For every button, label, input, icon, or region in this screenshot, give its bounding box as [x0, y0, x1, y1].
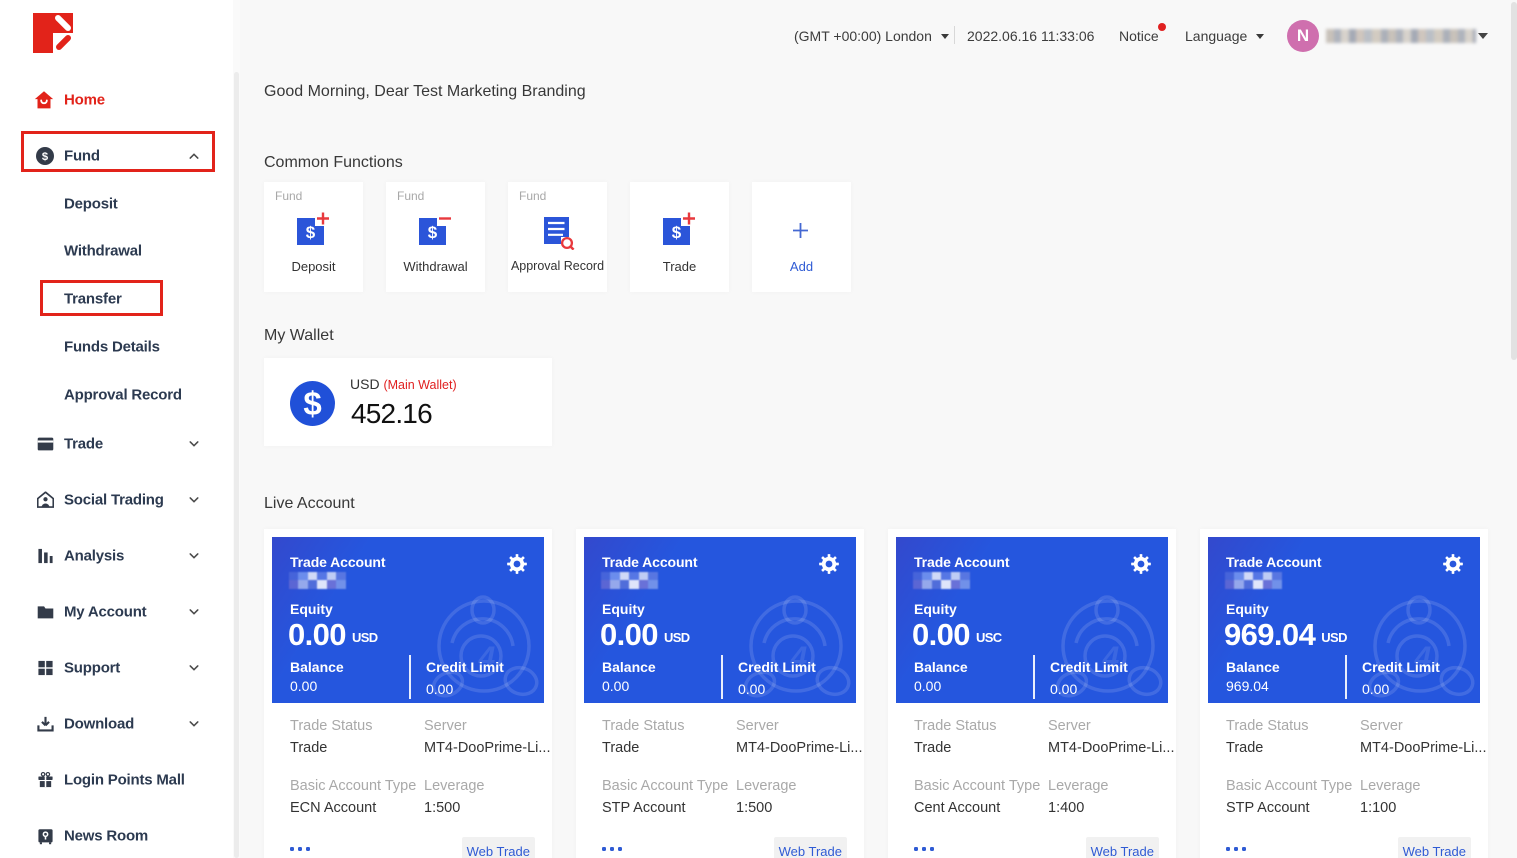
- svg-text:$: $: [428, 223, 438, 242]
- svg-text:4: 4: [1102, 641, 1120, 674]
- svg-text:4: 4: [478, 641, 496, 674]
- svg-text:$: $: [306, 223, 316, 242]
- svg-text:4: 4: [790, 641, 808, 674]
- svg-text:4: 4: [1414, 641, 1432, 674]
- svg-text:$: $: [672, 223, 682, 242]
